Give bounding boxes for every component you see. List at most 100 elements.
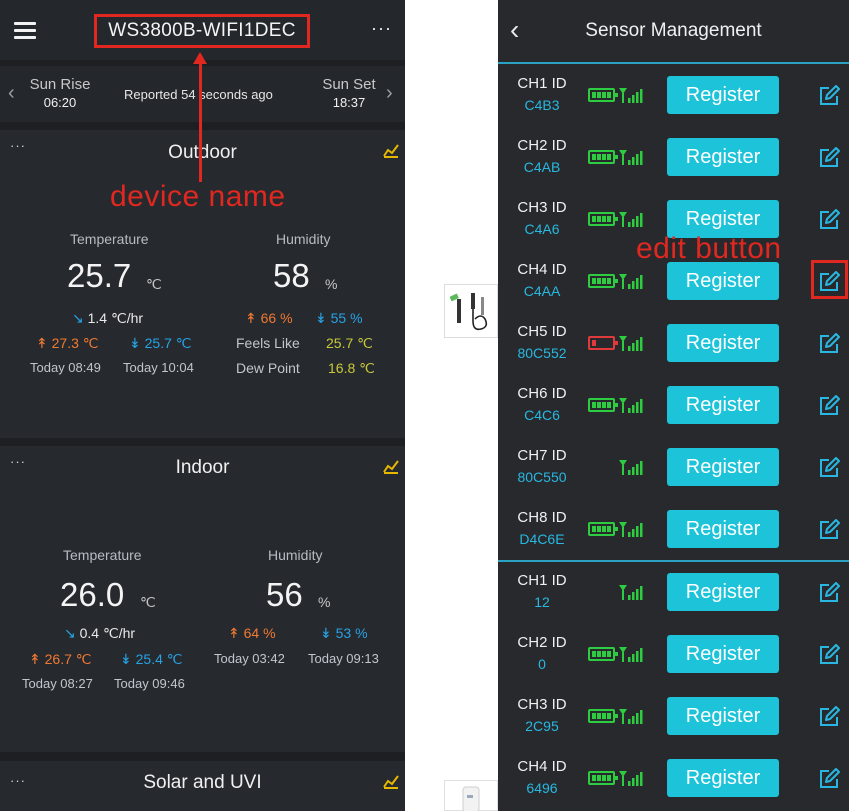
edit-icon[interactable] (818, 457, 840, 479)
indoor-hum-high-time: Today 03:42 (214, 651, 285, 666)
indoor-temp-high-time: Today 08:27 (22, 676, 93, 691)
register-button[interactable]: Register (667, 510, 779, 548)
edit-icon[interactable] (818, 333, 840, 355)
signal-strength-icon (619, 647, 643, 662)
battery-full-icon (588, 398, 618, 412)
feels-like-label: Feels Like (236, 335, 300, 351)
chart-icon[interactable] (383, 773, 399, 789)
sensor-id: C4B3 (524, 97, 560, 113)
register-button[interactable]: Register (667, 448, 779, 486)
edit-icon[interactable] (818, 644, 840, 666)
sunrise-time: 06:20 (43, 95, 77, 110)
dew-point-value: 16.8 ℃ (328, 360, 375, 376)
device-name-title[interactable]: WS3800B-WIFI1DEC (94, 14, 310, 48)
outdoor-temp-value: 25.7 (67, 257, 132, 294)
register-button[interactable]: Register (667, 697, 779, 735)
channel-label: CH4 ID (517, 758, 567, 775)
signal-strength-icon (619, 398, 643, 413)
more-options-icon[interactable]: ··· (371, 18, 392, 39)
edit-icon[interactable] (818, 85, 840, 107)
channel-label: CH1 ID (517, 572, 567, 589)
signal-strength-icon (619, 585, 643, 600)
signal-strength-icon (619, 522, 643, 537)
indoor-temp-trend: ↘ 0.4 ℃/hr (64, 625, 136, 641)
edit-button-highlight (811, 260, 848, 299)
indoor-title: Indoor (175, 457, 230, 478)
indoor-hum-low-time: Today 09:13 (308, 651, 379, 666)
sensor-id: 12 (534, 594, 550, 610)
register-button[interactable]: Register (667, 759, 779, 797)
sensor-id: 2C95 (525, 718, 559, 734)
menu-icon[interactable] (14, 22, 36, 40)
outdoor-hum-high: ↟ 66 % (245, 310, 293, 326)
battery-full-icon (588, 274, 618, 288)
high-icon: ↟ (29, 651, 41, 667)
feels-like-value: 25.7 ℃ (326, 335, 373, 351)
edit-icon[interactable] (818, 395, 840, 417)
outdoor-temp-low-time: Today 10:04 (123, 360, 194, 375)
chart-icon[interactable] (383, 142, 399, 158)
sunset-label: Sun Set (322, 76, 376, 93)
signal-strength-icon (619, 460, 643, 475)
indoor-temp-low-time: Today 09:46 (114, 676, 185, 691)
device-name-annotation: device name (110, 180, 286, 213)
edit-icon[interactable] (818, 519, 840, 541)
indoor-hum-value: 56 (266, 576, 303, 613)
battery-full-icon (588, 771, 618, 785)
sensor-row: CH6 ID C4C6 Register (498, 374, 849, 436)
register-button[interactable]: Register (667, 324, 779, 362)
trend-down-icon: ↘ (72, 310, 84, 326)
register-button[interactable]: Register (667, 635, 779, 673)
edit-icon[interactable] (818, 768, 840, 790)
outdoor-temp-trend: ↘ 1.4 ℃/hr (72, 310, 144, 326)
sensor-id: 80C552 (517, 345, 567, 361)
solar-card: ··· Solar and UVI (0, 761, 405, 811)
high-icon: ↟ (245, 310, 257, 326)
outdoor-title: Outdoor (168, 142, 237, 163)
battery-full-icon (588, 647, 618, 661)
sensor-row: CH5 ID 80C552 Register (498, 312, 849, 374)
outdoor-temp-high: ↟ 27.3 ℃ (36, 335, 99, 351)
register-button[interactable]: Register (667, 386, 779, 424)
sensor-id: C4C6 (524, 407, 560, 423)
edit-icon[interactable] (818, 209, 840, 231)
outdoor-temp-label: Temperature (70, 231, 149, 247)
battery-full-icon (588, 88, 618, 102)
outdoor-card: ··· Outdoor Temperature 25.7 ℃ ↘ 1.4 ℃/h… (0, 130, 405, 438)
channel-label: CH4 ID (517, 261, 567, 278)
probe-sensor-icon (449, 293, 488, 331)
outdoor-temp-high-time: Today 08:49 (30, 360, 101, 375)
indoor-hum-high: ↟ 64 % (228, 625, 276, 641)
sensor-row: CH2 ID C4AB Register (498, 126, 849, 188)
dashboard-screen: WS3800B-WIFI1DEC ··· ‹ Sun Rise 06:20 Re… (0, 0, 405, 811)
low-icon: ↡ (320, 625, 332, 641)
indoor-hum-unit: % (318, 594, 331, 610)
solar-title: Solar and UVI (143, 772, 262, 793)
low-icon: ↡ (129, 335, 141, 351)
sensor-header: ‹ Sensor Management (498, 0, 849, 62)
edit-icon[interactable] (818, 582, 840, 604)
chevron-left-icon[interactable]: ‹ (8, 82, 15, 105)
signal-strength-icon (619, 336, 643, 351)
sun-info-bar: ‹ Sun Rise 06:20 Reported 54 seconds ago… (0, 66, 405, 122)
indoor-temp-value: 26.0 (60, 576, 125, 613)
edit-icon[interactable] (818, 706, 840, 728)
chart-icon[interactable] (383, 458, 399, 474)
signal-strength-icon (619, 150, 643, 165)
register-button[interactable]: Register (667, 138, 779, 176)
indoor-hum-label: Humidity (268, 547, 323, 563)
sunset-time: 18:37 (332, 95, 366, 110)
register-button[interactable]: Register (667, 76, 779, 114)
edit-icon[interactable] (818, 147, 840, 169)
outdoor-hum-label: Humidity (276, 231, 331, 247)
register-button[interactable]: Register (667, 262, 779, 300)
sensor-row: CH1 ID 12 Register (498, 561, 849, 623)
sensor-row: CH2 ID 0 Register (498, 623, 849, 685)
chevron-right-icon[interactable]: › (386, 82, 393, 105)
register-button[interactable]: Register (667, 573, 779, 611)
sensor-id: 0 (538, 656, 546, 672)
battery-full-icon (588, 709, 618, 723)
edit-button-annotation: edit button (636, 232, 782, 265)
sensor-row: CH4 ID 6496 Register (498, 747, 849, 809)
indoor-temp-high: ↟ 26.7 ℃ (29, 651, 92, 667)
